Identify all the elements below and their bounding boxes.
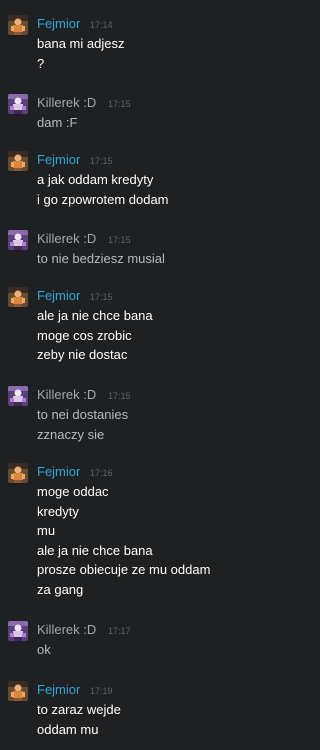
orange-figure-avatar-icon[interactable] [8,463,28,483]
message-line: bana mi adjesz [37,36,125,51]
author-name[interactable]: Killerek :D [37,387,96,403]
message-line: mu [37,523,56,538]
message-body: moge oddac kredyty mu ale ja nie chce bana p… [37,482,210,599]
message-body: ale ja nie chce bana moge cos zrobic zeby … [37,306,153,365]
message-line: ale ja nie chce bana [37,542,153,558]
purple-figure-avatar-icon[interactable] [8,94,28,114]
message-line: zznaczy sie [37,426,105,442]
message-timestamp: 17:15 [108,391,131,401]
message-line: kredyty [37,503,79,519]
message-body: a jak oddam kredyty i go zpowrotem dodam [37,170,169,209]
purple-figure-avatar-icon[interactable] [8,386,28,406]
author-name[interactable]: Killerek :D [37,622,96,638]
message-timestamp: 17:19 [90,686,113,696]
message-line: zeby nie dostac [37,347,128,362]
message-timestamp: 17:15 [108,99,131,109]
message-timestamp: 17:17 [108,626,131,636]
message-body: to zaraz wejde oddam mu [37,700,121,739]
author-name[interactable]: Fejmior [37,464,80,480]
orange-figure-avatar-icon[interactable] [8,287,28,307]
purple-figure-avatar-icon[interactable] [8,621,28,641]
message-body: dam :F [37,113,77,133]
orange-figure-avatar-icon[interactable] [8,151,28,171]
message-line: prosze obiecuje ze mu oddam [37,562,211,577]
message-body: to nie bedziesz musial [37,249,165,269]
message-line: moge oddac [37,484,109,499]
message-line: ? [37,55,45,71]
author-name[interactable]: Fejmior [37,16,80,32]
message-body: bana mi adjesz? [37,34,124,73]
message-line: ale ja nie chce bana [37,308,153,323]
author-name[interactable]: Fejmior [37,288,80,304]
message-line: i go zpowrotem dodam [37,191,169,207]
author-name[interactable]: Fejmior [37,682,80,698]
message-line: dam :F [37,115,78,130]
message-timestamp: 17:16 [90,468,113,478]
message-line: a jak oddam kredyty [37,172,154,187]
message-line: oddam mu [37,721,99,737]
message-line: to zaraz wejde [37,702,121,717]
message-line: za gang [37,581,84,597]
author-name[interactable]: Fejmior [37,152,80,168]
message-timestamp: 17:15 [108,235,131,245]
author-name[interactable]: Killerek :D [37,95,96,111]
message-line: to nie bedziesz musial [37,251,165,266]
message-line: to nei dostanies [37,407,129,422]
message-line: moge cos zrobic [37,327,132,343]
author-name[interactable]: Killerek :D [37,231,96,247]
message-line: ok [37,642,51,657]
chat-log: Fejmior 17:14 bana mi adjesz? Killerek :D 17… [0,0,287,750]
message-timestamp: 17:15 [90,292,113,302]
orange-figure-avatar-icon[interactable] [8,681,28,701]
orange-figure-avatar-icon[interactable] [8,15,28,35]
message-timestamp: 17:15 [90,156,113,166]
message-body: to nei dostanies zznaczy sie [37,405,128,444]
purple-figure-avatar-icon[interactable] [8,230,28,250]
message-body: ok [37,640,51,660]
message-timestamp: 17:14 [90,20,113,30]
